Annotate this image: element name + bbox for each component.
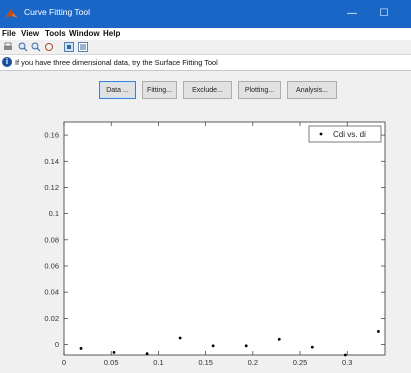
y-tick-label: 0.12 (44, 183, 59, 192)
toolbar (0, 40, 411, 55)
scatter-plot[interactable]: 0 0.02 0.04 0.06 0.08 0.1 0.12 0.14 0.16 0 0.05 0.1… (0, 110, 411, 373)
zoom-in-icon[interactable] (18, 42, 28, 52)
data-point (211, 344, 215, 348)
x-tick-label: 0.1 (153, 358, 163, 367)
info-message[interactable]: If you have three dimensional data, try … (15, 58, 218, 67)
plot-area: 0 0.02 0.04 0.06 0.08 0.1 0.12 0.14 0.16 0 0.05 0.1… (0, 110, 411, 373)
exclude-button[interactable]: Exclude... (183, 81, 232, 99)
axes-box (63, 121, 386, 356)
data-button[interactable]: Data ... (99, 81, 136, 99)
x-tick-label: 0.05 (104, 358, 119, 367)
legend-marker (319, 132, 323, 136)
y-tick-label: 0.06 (44, 261, 59, 270)
x-tick-label: 0.25 (293, 358, 308, 367)
menu-view[interactable]: View (21, 29, 39, 38)
data-point (310, 345, 314, 349)
menu-bar: File View Tools Window Help (0, 28, 411, 40)
data-point (112, 350, 116, 354)
data-point (376, 330, 380, 333)
pan-icon[interactable] (44, 42, 54, 52)
data-point (145, 352, 149, 356)
data-point (178, 336, 182, 340)
data-point (277, 337, 281, 341)
info-bar: i If you have three dimensional data, tr… (0, 55, 411, 71)
plotting-button[interactable]: Plotting... (238, 81, 281, 99)
window-title: Curve Fitting Tool (24, 7, 90, 17)
data-point (343, 353, 347, 357)
y-tick-label: 0 (55, 340, 59, 349)
print-icon[interactable] (3, 42, 13, 52)
menu-window[interactable]: Window (69, 29, 100, 38)
y-tick-label: 0.04 (44, 288, 59, 297)
minimize-button[interactable]: — (340, 4, 364, 24)
legend-icon[interactable] (78, 42, 88, 52)
zoom-out-icon[interactable] (31, 42, 41, 52)
x-tick-label: 0.2 (248, 358, 258, 367)
analysis-button[interactable]: Analysis... (287, 81, 337, 99)
menu-file[interactable]: File (2, 29, 16, 38)
legend-label: Cdi vs. di (333, 130, 366, 139)
y-tick-label: 0.02 (44, 314, 59, 323)
data-point (79, 347, 83, 350)
y-tick-label: 0.16 (44, 131, 59, 140)
x-tick-label: 0 (62, 358, 66, 367)
menu-tools[interactable]: Tools (45, 29, 66, 38)
x-tick-label: 0.3 (342, 358, 352, 367)
fitting-button[interactable]: Fitting... (142, 81, 177, 99)
maximize-button[interactable]: ☐ (372, 4, 396, 24)
menu-help[interactable]: Help (103, 29, 120, 38)
data-point (244, 344, 248, 348)
title-bar: Curve Fitting Tool — ☐ (0, 0, 411, 28)
data-cursor-icon[interactable] (64, 42, 74, 52)
y-tick-label: 0.1 (49, 209, 59, 218)
matlab-logo-icon (6, 9, 18, 18)
info-icon: i (2, 57, 12, 67)
x-tick-label: 0.15 (198, 358, 213, 367)
y-tick-label: 0.08 (44, 235, 59, 244)
y-tick-label: 0.14 (44, 157, 59, 166)
